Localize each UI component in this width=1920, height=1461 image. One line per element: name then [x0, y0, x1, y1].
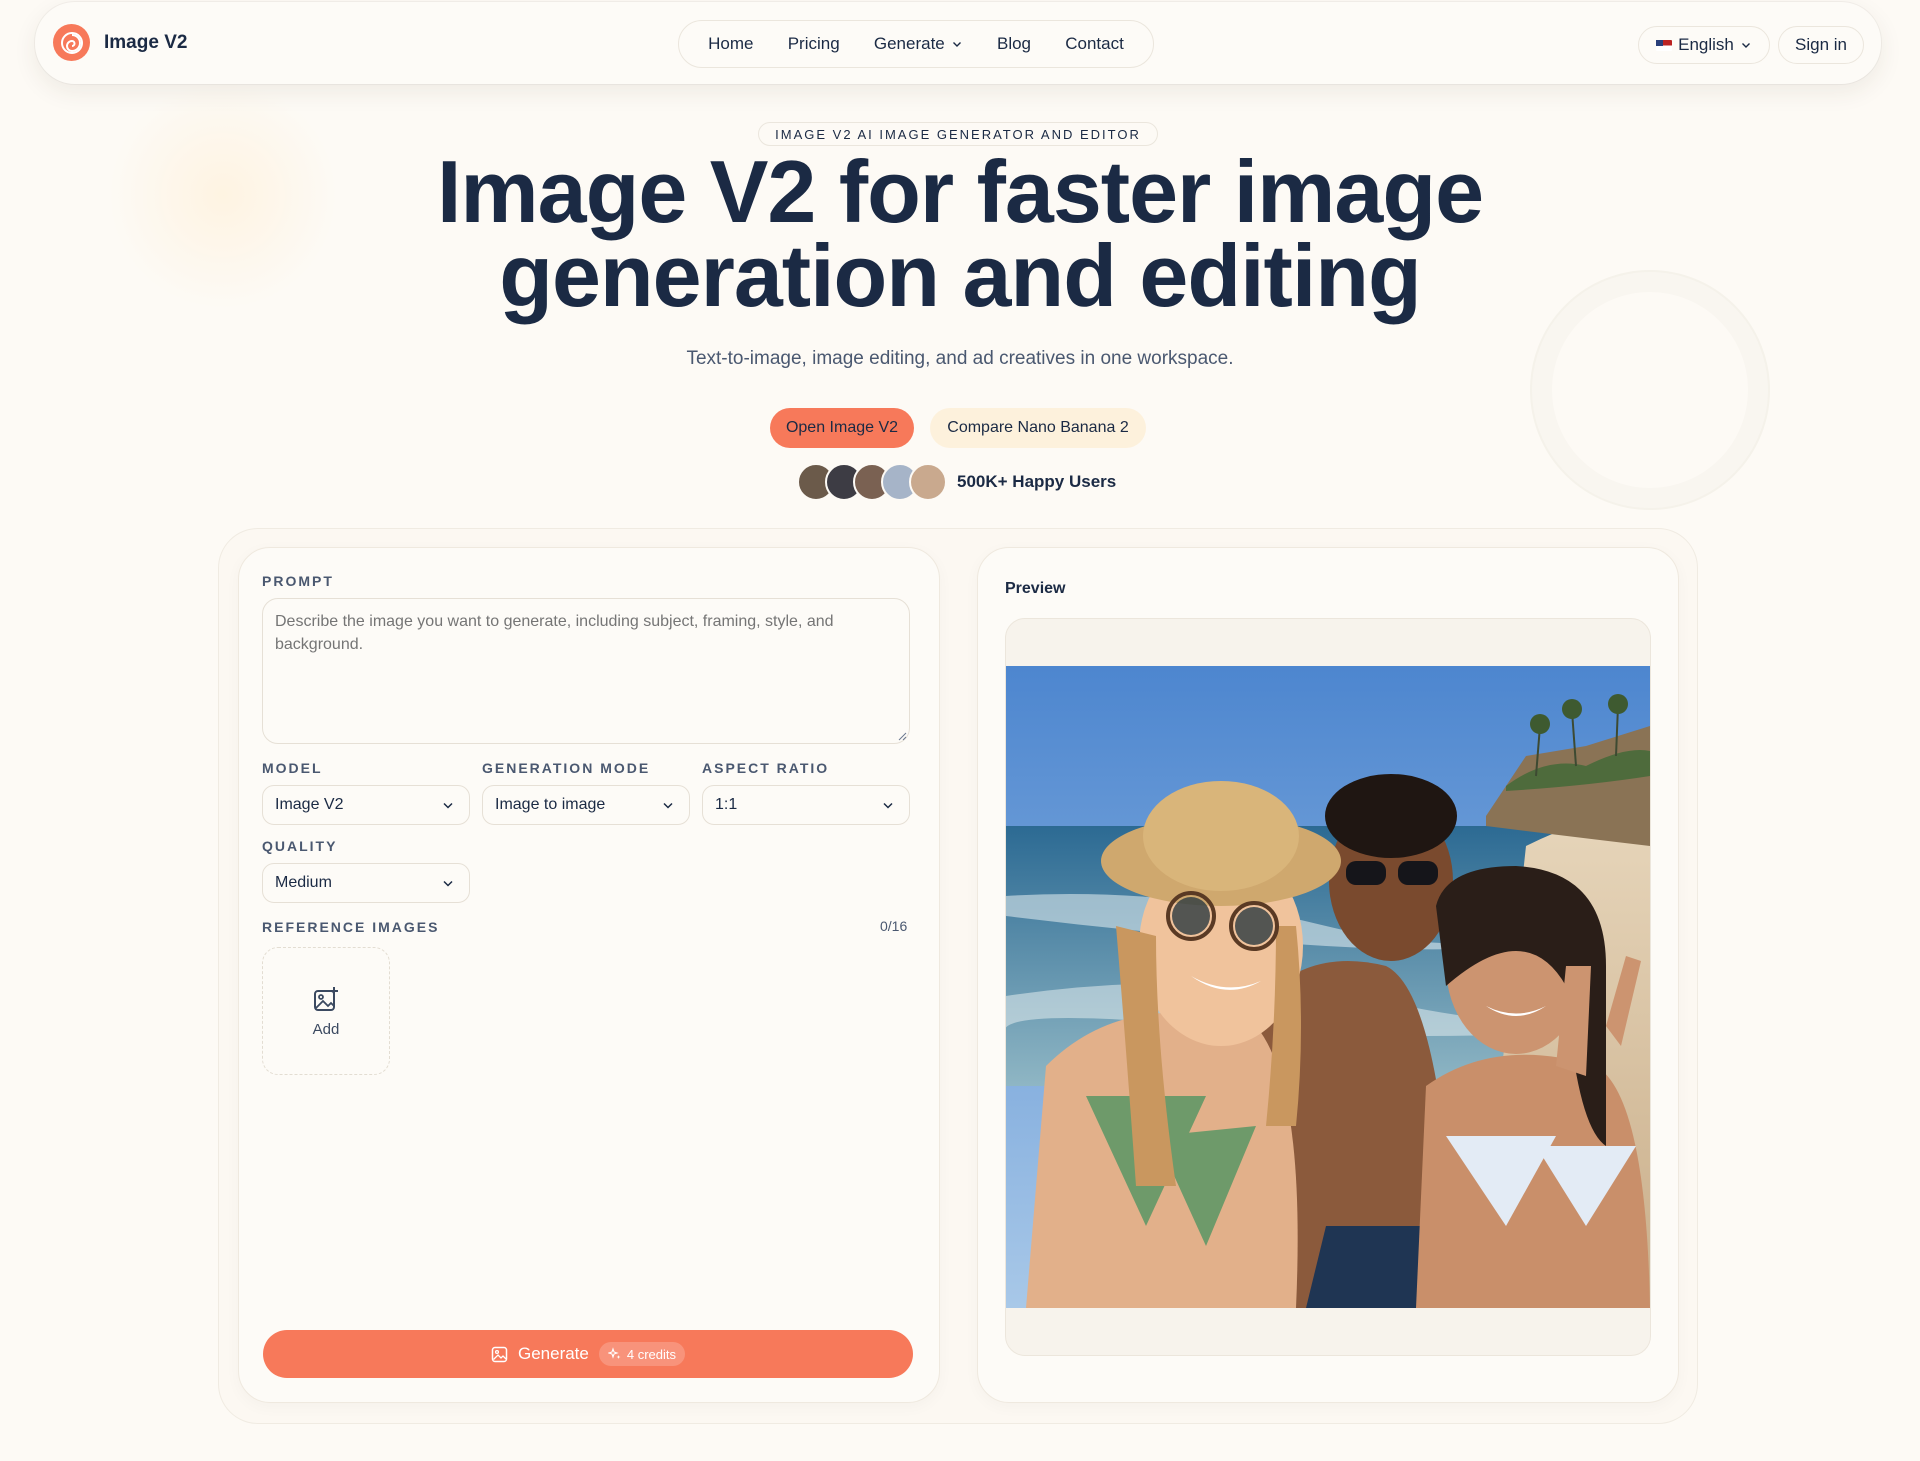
nav-blog[interactable]: Blog — [997, 34, 1031, 54]
generate-label: Generate — [517, 1344, 589, 1363]
quality-value: Medium — [275, 874, 332, 891]
generate-button[interactable]: Generate 4 credits — [263, 1330, 913, 1378]
hero-title: Image V2 for faster image generation and… — [260, 148, 1660, 320]
preview-label: Preview — [1005, 580, 1066, 597]
nav-home[interactable]: Home — [708, 34, 753, 54]
compare-nano-banana-button[interactable]: Compare Nano Banana 2 — [930, 408, 1146, 448]
add-label: Add — [312, 1020, 340, 1038]
main-nav: Home Pricing Generate Blog Contact — [678, 20, 1154, 68]
nav-pricing[interactable]: Pricing — [788, 34, 840, 54]
nav-contact[interactable]: Contact — [1065, 34, 1124, 54]
chevron-down-icon — [443, 802, 453, 809]
quality-label: QUALITY — [262, 838, 338, 854]
happy-users-count: 500K+ Happy Users — [957, 472, 1117, 491]
nav-generate[interactable]: Generate — [874, 34, 963, 54]
language-selector[interactable]: English — [1638, 26, 1770, 64]
resize-handle-icon[interactable] — [898, 732, 907, 741]
add-reference-image-button[interactable]: Add — [262, 947, 390, 1075]
image-add-icon — [314, 986, 338, 1011]
sign-in-button[interactable]: Sign in — [1778, 26, 1864, 64]
open-image-v2-button[interactable]: Open Image V2 — [770, 408, 914, 448]
model-label: MODEL — [262, 760, 323, 776]
user-avatars — [797, 463, 947, 501]
language-label: English — [1678, 35, 1734, 54]
model-value: Image V2 — [275, 796, 344, 813]
brand-name: Image V2 — [104, 31, 188, 53]
generation-mode-label: GENERATION MODE — [482, 760, 651, 776]
reference-images-counter: 0/16 — [880, 918, 908, 934]
preview-image — [1006, 666, 1650, 1308]
avatar — [909, 463, 947, 501]
generation-mode-select[interactable]: Image to image — [482, 785, 690, 825]
brand[interactable]: Image V2 — [53, 24, 187, 61]
quality-select[interactable]: Medium — [262, 863, 470, 903]
model-select[interactable]: Image V2 — [262, 785, 470, 825]
image-icon — [491, 1346, 508, 1362]
chevron-down-icon — [443, 880, 453, 887]
chevron-down-icon — [883, 802, 893, 809]
aspect-ratio-label: ASPECT RATIO — [702, 760, 830, 776]
sparkles-icon — [607, 1347, 621, 1359]
chevron-down-icon — [663, 802, 673, 809]
prompt-input[interactable] — [262, 598, 910, 744]
chevron-down-icon — [1741, 43, 1750, 48]
nav-generate-label: Generate — [873, 34, 945, 53]
us-flag-icon — [1656, 39, 1673, 51]
credits-badge: 4 credits — [598, 1342, 686, 1366]
top-navbar: Image V2 Home Pricing Generate Blog Cont… — [35, 2, 1881, 84]
reference-images-label: REFERENCE IMAGES — [262, 919, 440, 935]
chevron-down-icon — [952, 42, 961, 47]
brand-logo-icon — [53, 24, 90, 61]
aspect-ratio-value: 1:1 — [715, 796, 738, 813]
hero-subtitle: Text-to-image, image editing, and ad cre… — [686, 348, 1234, 369]
prompt-label: PROMPT — [262, 573, 334, 589]
aspect-ratio-select[interactable]: 1:1 — [702, 785, 910, 825]
hero-title-line2: generation and editing — [499, 226, 1422, 325]
credits-label: 4 credits — [626, 1346, 677, 1362]
generation-mode-value: Image to image — [495, 796, 606, 813]
